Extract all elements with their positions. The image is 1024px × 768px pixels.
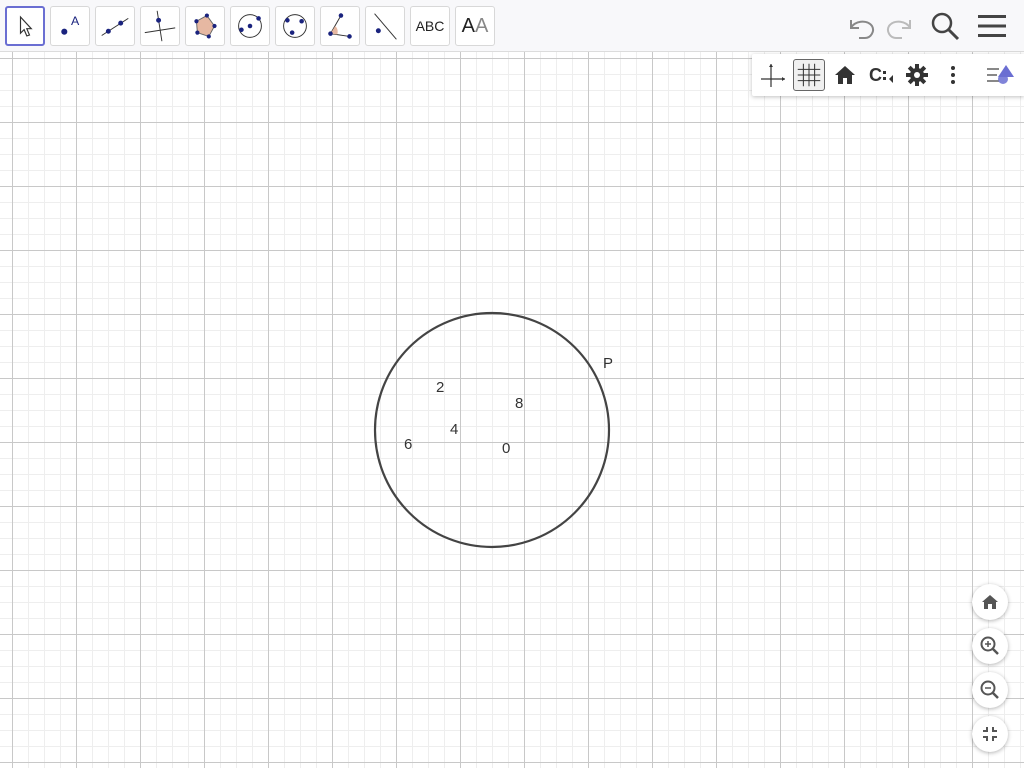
zoom-out-button[interactable]: [972, 672, 1008, 708]
grid-icon: [797, 63, 821, 87]
circle-center-point-tool-button[interactable]: [230, 6, 270, 46]
style-tool-button[interactable]: AA: [455, 6, 495, 46]
undo-button[interactable]: [841, 6, 881, 46]
move-tool-button[interactable]: [5, 6, 45, 46]
angle-tool-button[interactable]: [320, 6, 360, 46]
circle-center-icon: [238, 14, 262, 38]
fullscreen-button[interactable]: [972, 716, 1008, 752]
gear-icon: [906, 64, 928, 86]
reflect-icon: [374, 13, 397, 40]
circle-three-points-icon: [283, 14, 307, 38]
number-label-8: 8: [515, 395, 524, 412]
menu-icon: [978, 15, 1006, 37]
standard-view-zoom-button[interactable]: [972, 584, 1008, 620]
main-toolbar: A ABC A A: [0, 0, 1024, 52]
cursor-arrow-icon: [19, 15, 33, 37]
point-tool-button[interactable]: A: [50, 6, 90, 46]
menu-button[interactable]: [972, 6, 1012, 46]
number-label-4: 4: [450, 421, 459, 438]
search-icon: [931, 12, 960, 41]
number-label-2: 2: [436, 379, 445, 396]
home-icon: [835, 66, 855, 84]
text-tool-button[interactable]: ABC: [410, 6, 450, 46]
search-button[interactable]: [925, 6, 965, 46]
perpendicular-line-icon: [144, 10, 176, 42]
zoom-out-icon: [980, 680, 999, 699]
polygon-tool-button[interactable]: [185, 6, 225, 46]
zoom-in-icon: [980, 636, 999, 655]
line-icon: [101, 18, 129, 36]
zoom-in-button[interactable]: [972, 628, 1008, 664]
axes-icon: [761, 64, 785, 87]
grid-toggle-button[interactable]: [793, 59, 825, 91]
graphics-canvas[interactable]: [0, 52, 1024, 768]
redo-icon: [886, 20, 911, 39]
minor-grid: [0, 52, 1024, 768]
text-tool-label: ABC: [415, 18, 445, 34]
graphics-settings-button[interactable]: [901, 59, 933, 91]
algebra-view-toggle-button[interactable]: [984, 59, 1016, 91]
undo-icon: [850, 20, 875, 39]
point-capturing-button[interactable]: C: [865, 59, 897, 91]
axes-toggle-button[interactable]: [757, 59, 789, 91]
angle-icon: [328, 13, 352, 39]
svg-text:A: A: [71, 14, 80, 28]
graphics-style-bar: C: [752, 54, 1024, 96]
home-icon: [982, 595, 998, 609]
svg-text:C: C: [869, 65, 882, 85]
circle-three-points-tool-button[interactable]: [275, 6, 315, 46]
more-vert-icon: [951, 66, 955, 84]
number-label-6: 6: [404, 436, 413, 453]
algebra-shapes-icon: [987, 65, 1014, 84]
standard-view-button[interactable]: [829, 59, 861, 91]
text-style-icon: AA: [461, 14, 489, 37]
more-options-button[interactable]: [937, 59, 969, 91]
number-label-0: 0: [502, 440, 511, 457]
point-capturing-icon: C: [869, 65, 893, 85]
fullscreen-exit-icon: [983, 727, 997, 741]
reflect-tool-button[interactable]: [365, 6, 405, 46]
line-tool-button[interactable]: [95, 6, 135, 46]
point-icon: A: [61, 14, 80, 35]
perpendicular-line-tool-button[interactable]: [140, 6, 180, 46]
redo-button[interactable]: [880, 6, 920, 46]
graphics-view[interactable]: P 2 8 4 6 0: [0, 52, 1024, 768]
point-label-p[interactable]: P: [603, 355, 613, 372]
polygon-icon: [194, 13, 217, 39]
